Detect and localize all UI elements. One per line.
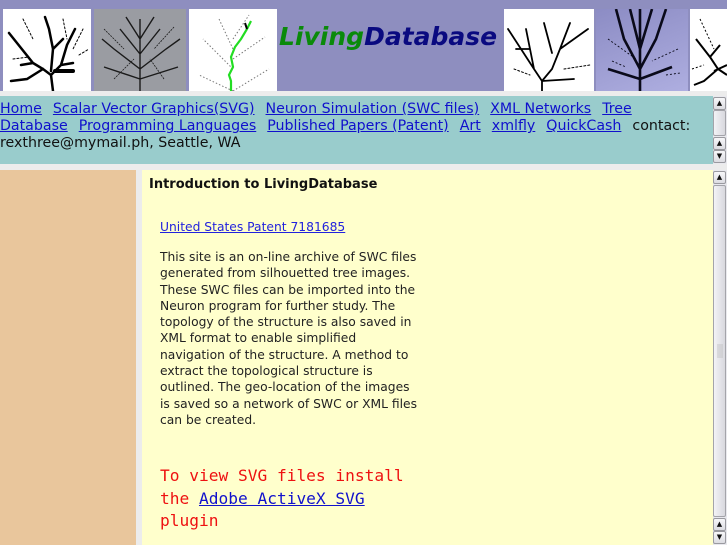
content-scroll-thumb[interactable] — [713, 185, 726, 517]
nav-scroll-up-button-2[interactable]: ▲ — [713, 137, 726, 150]
nav-scroll-up-button[interactable]: ▲ — [713, 97, 726, 110]
tree-photo-gray-image — [94, 9, 186, 91]
nav-link-xml-networks[interactable]: XML Networks — [490, 101, 591, 117]
svg-note-plugin-text: plugin — [160, 511, 219, 530]
nav-scrollbar[interactable]: ▲ ▲ ▼ — [713, 96, 727, 164]
site-description: This site is an on-line archive of SWC f… — [160, 250, 417, 427]
logo-living: Living — [279, 22, 365, 51]
tree-trace-green-image — [189, 9, 277, 91]
scroll-grip-icon — [717, 344, 723, 358]
content-scroll-up-button-2[interactable]: ▲ — [713, 518, 726, 531]
content-title: Introduction to LivingDatabase — [149, 177, 378, 192]
nav-link-home[interactable]: Home — [0, 101, 42, 117]
nav-link-art[interactable]: Art — [460, 118, 481, 134]
nav-link-quickcash[interactable]: QuickCash — [546, 118, 621, 134]
content-scroll-down-button[interactable]: ▼ — [713, 531, 726, 544]
nav-link-published-papers[interactable]: Published Papers (Patent) — [267, 118, 448, 134]
nav-link-programming-languages[interactable]: Programming Languages — [79, 118, 257, 134]
tree-silhouette-2-image — [504, 9, 594, 91]
nav-links: Home Scalar Vector Graphics(SVG) Neuron Si… — [0, 101, 712, 152]
tree-silhouette-1-image — [3, 9, 91, 91]
content-scrollbar[interactable]: ▲ ▲ ▼ — [713, 170, 727, 545]
nav-link-neuron-simulation[interactable]: Neuron Simulation (SWC files) — [266, 101, 480, 117]
contact-value: rexthree@mymail.ph, Seattle, WA — [0, 135, 241, 151]
nav-scroll-thumb[interactable] — [713, 110, 726, 136]
nav-scroll-down-button[interactable]: ▼ — [713, 150, 726, 163]
content-scroll-up-button[interactable]: ▲ — [713, 171, 726, 184]
content-frame: Introduction to LivingDatabase United St… — [142, 170, 713, 545]
adobe-svg-plugin-link[interactable]: Adobe ActiveX SVG — [199, 489, 365, 508]
logo-database: Database — [364, 22, 498, 51]
tree-photo-purple-image — [596, 9, 688, 91]
contact-label: contact: — [632, 118, 691, 134]
site-header: LivingDatabase — [0, 0, 727, 91]
site-logo[interactable]: LivingDatabase — [279, 22, 497, 51]
nav-link-svg[interactable]: Scalar Vector Graphics(SVG) — [53, 101, 255, 117]
patent-link[interactable]: United States Patent 7181685 — [160, 220, 345, 234]
nav-link-xmlfly[interactable]: xmlfly — [492, 118, 536, 134]
nav-frame: Home Scalar Vector Graphics(SVG) Neuron Si… — [0, 96, 727, 164]
left-sidebar-frame — [0, 170, 136, 545]
svg-plugin-note: To view SVG files install the Adobe Acti… — [160, 465, 420, 533]
tree-silhouette-3-image — [690, 9, 727, 91]
